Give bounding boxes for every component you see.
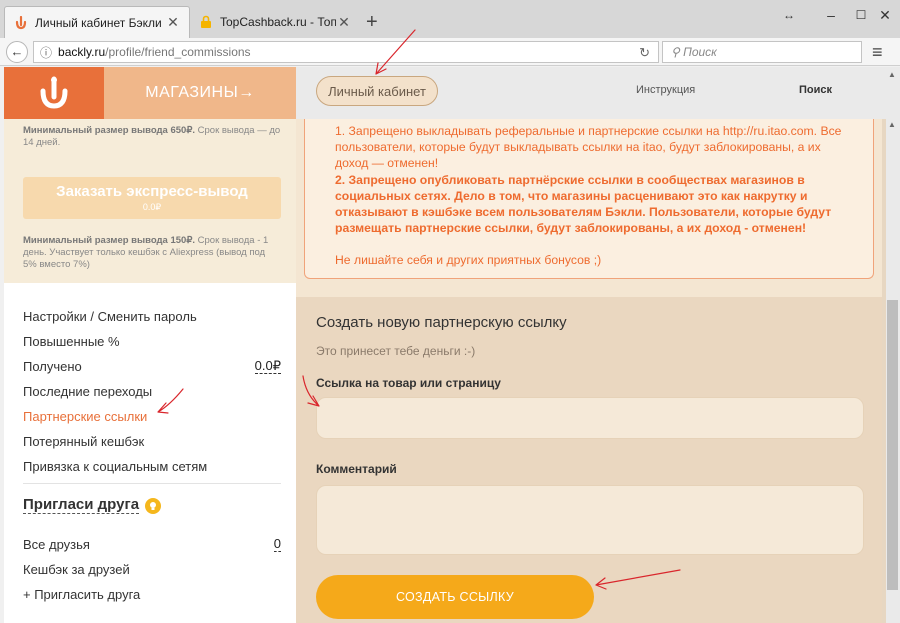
express-withdraw-button[interactable]: Заказать экспресс-вывод 0.0₽ (23, 177, 281, 219)
info-icon[interactable]: ⓘ (40, 44, 52, 61)
link-input[interactable] (316, 397, 864, 439)
comment-field-label: Комментарий (316, 462, 397, 476)
inner-scrollbar-track (882, 119, 886, 623)
received-amount[interactable]: 0.0₽ (254, 359, 281, 374)
sidebar: Минимальный размер вывода 650₽. Срок выв… (4, 119, 296, 623)
backly-favicon-icon (13, 15, 29, 31)
tab-backly[interactable]: Личный кабинет Бэкли ✕ (4, 6, 190, 38)
anchor-logo-icon (40, 76, 68, 109)
hamburger-menu-icon[interactable]: ≡ (872, 42, 883, 62)
sidebar-item-partner-links[interactable]: Партнерские ссылки (23, 404, 281, 429)
link-field-label: Ссылка на товар или страницу (316, 376, 501, 390)
url-host: backly.ru (58, 45, 106, 59)
comment-textarea[interactable] (316, 485, 864, 555)
sidebar-item-label: Получено (23, 359, 82, 374)
scroll-up-arrow-icon[interactable]: ▲ (888, 120, 896, 129)
backly-logo[interactable] (4, 67, 104, 119)
reload-icon[interactable]: ↻ (639, 45, 650, 61)
sidebar-item-label: Все друзья (23, 537, 90, 552)
tab-title: Личный кабинет Бэкли (35, 15, 162, 30)
sidebar-item-label: Привязка к социальным сетям (23, 459, 208, 474)
sidebar-item-all-friends[interactable]: Все друзья 0 (23, 532, 281, 557)
scroll-up-arrow-icon[interactable]: ▲ (888, 70, 896, 79)
nav-cabinet-label: Личный кабинет (328, 83, 426, 99)
url-path: /profile/friend_commissions (105, 45, 251, 59)
sidebar-item-lost-cashback[interactable]: Потерянный кешбэк (23, 429, 281, 454)
invite-friend-heading: Пригласи друга (23, 496, 162, 514)
nav-instructions[interactable]: Инструкция (636, 84, 695, 96)
notice-closing: Не лишайте себя и других приятных бонусо… (335, 253, 602, 268)
search-icon: ⚲ (671, 45, 680, 59)
sidebar-item-label: Потерянный кешбэк (23, 434, 145, 449)
sidebar-item-label: Кешбэк за друзей (23, 562, 130, 577)
address-bar[interactable]: ⓘ backly.ru/profile/friend_commissions ↻ (33, 41, 659, 63)
browser-tab-bar: Личный кабинет Бэкли ✕ TopCashback.ru - … (0, 0, 900, 38)
site-header: МАГАЗИНЫ→ Личный кабинет Инструкция Поис… (0, 67, 886, 119)
lightbulb-icon[interactable] (145, 497, 162, 514)
new-tab-icon[interactable]: + (366, 12, 378, 32)
sidebar-item-label: Повышенные % (23, 334, 120, 349)
form-title: Создать новую партнерскую ссылку (316, 314, 567, 331)
nav-search[interactable]: Поиск (799, 84, 832, 96)
sidebar-divider (23, 483, 281, 484)
main-content: 1. Запрещено выкладывать реферальные и п… (296, 119, 886, 623)
window-close-icon[interactable]: ✕ (870, 4, 900, 26)
rule-itao: 1. Запрещено выкладывать реферальные и п… (335, 124, 842, 171)
stores-menu-button[interactable]: МАГАЗИНЫ→ (104, 67, 296, 119)
tab-title: TopCashback.ru - Топ лу... (220, 15, 336, 29)
sidebar-item-label: + Пригласить друга (23, 587, 141, 602)
express-withdraw-amount: 0.0₽ (142, 202, 162, 212)
profile-menu: Настройки / Сменить пароль Повышенные % … (23, 304, 281, 479)
browser-search-input[interactable]: ⚲ Поиск (662, 41, 862, 63)
scrollbar-thumb[interactable] (887, 300, 898, 590)
nav-personal-cabinet[interactable]: Личный кабинет (316, 76, 438, 106)
browser-nav-bar: ← ⓘ backly.ru/profile/friend_commissions… (0, 38, 900, 66)
withdrawal-panel: Минимальный размер вывода 650₽. Срок выв… (4, 119, 296, 283)
withdraw-note-standard: Минимальный размер вывода 650₽. Срок выв… (23, 125, 281, 149)
note-bold: Минимальный размер вывода 650₽. (23, 125, 195, 136)
sidebar-item-label: Партнерские ссылки (23, 409, 148, 424)
sidebar-item-label: Последние переходы (23, 384, 153, 399)
sidebar-item-label: Настройки / Сменить пароль (23, 309, 197, 324)
create-link-button[interactable]: СОЗДАТЬ ССЫЛКУ (316, 575, 594, 619)
withdraw-note-express: Минимальный размер вывода 150₽. Срок выв… (23, 235, 281, 271)
restore-arrows-icon[interactable]: ↔ (774, 4, 804, 26)
lock-favicon-icon (198, 14, 214, 30)
express-withdraw-label: Заказать экспресс-вывод (56, 183, 248, 200)
rule-social: 2. Запрещено опубликовать партнёрские сс… (335, 172, 832, 236)
back-arrow-icon[interactable]: ← (6, 41, 28, 63)
sidebar-item-settings[interactable]: Настройки / Сменить пароль (23, 304, 281, 329)
sidebar-item-invite-friend[interactable]: + Пригласить друга (23, 582, 281, 607)
top-navigation: Личный кабинет Инструкция Поиск (296, 67, 886, 119)
form-subtitle: Это принесет тебе деньги :-) (316, 344, 476, 358)
tab-close-icon[interactable]: ✕ (165, 14, 181, 31)
notice-area: 1. Запрещено выкладывать реферальные и п… (296, 119, 886, 297)
sidebar-item-social[interactable]: Привязка к социальным сетям (23, 454, 281, 479)
invite-title-text: Пригласи друга (23, 496, 140, 514)
invite-menu: Все друзья 0 Кешбэк за друзей + Пригласит… (23, 532, 281, 607)
rules-notice: 1. Запрещено выкладывать реферальные и п… (304, 119, 874, 279)
stores-label: МАГАЗИНЫ→ (145, 84, 255, 101)
minimize-icon[interactable]: – (816, 4, 846, 26)
friends-count[interactable]: 0 (273, 537, 281, 552)
tab-close-icon[interactable]: ✕ (336, 14, 352, 31)
sidebar-item-friend-cashback[interactable]: Кешбэк за друзей (23, 557, 281, 582)
sidebar-item-recent-clicks[interactable]: Последние переходы (23, 379, 281, 404)
tab-topcashback[interactable]: TopCashback.ru - Топ лу... ✕ (190, 6, 360, 38)
sidebar-item-received[interactable]: Получено 0.0₽ (23, 354, 281, 379)
note-bold: Минимальный размер вывода 150₽. (23, 235, 195, 246)
sidebar-item-boosted[interactable]: Повышенные % (23, 329, 281, 354)
search-placeholder: Поиск (683, 45, 717, 59)
